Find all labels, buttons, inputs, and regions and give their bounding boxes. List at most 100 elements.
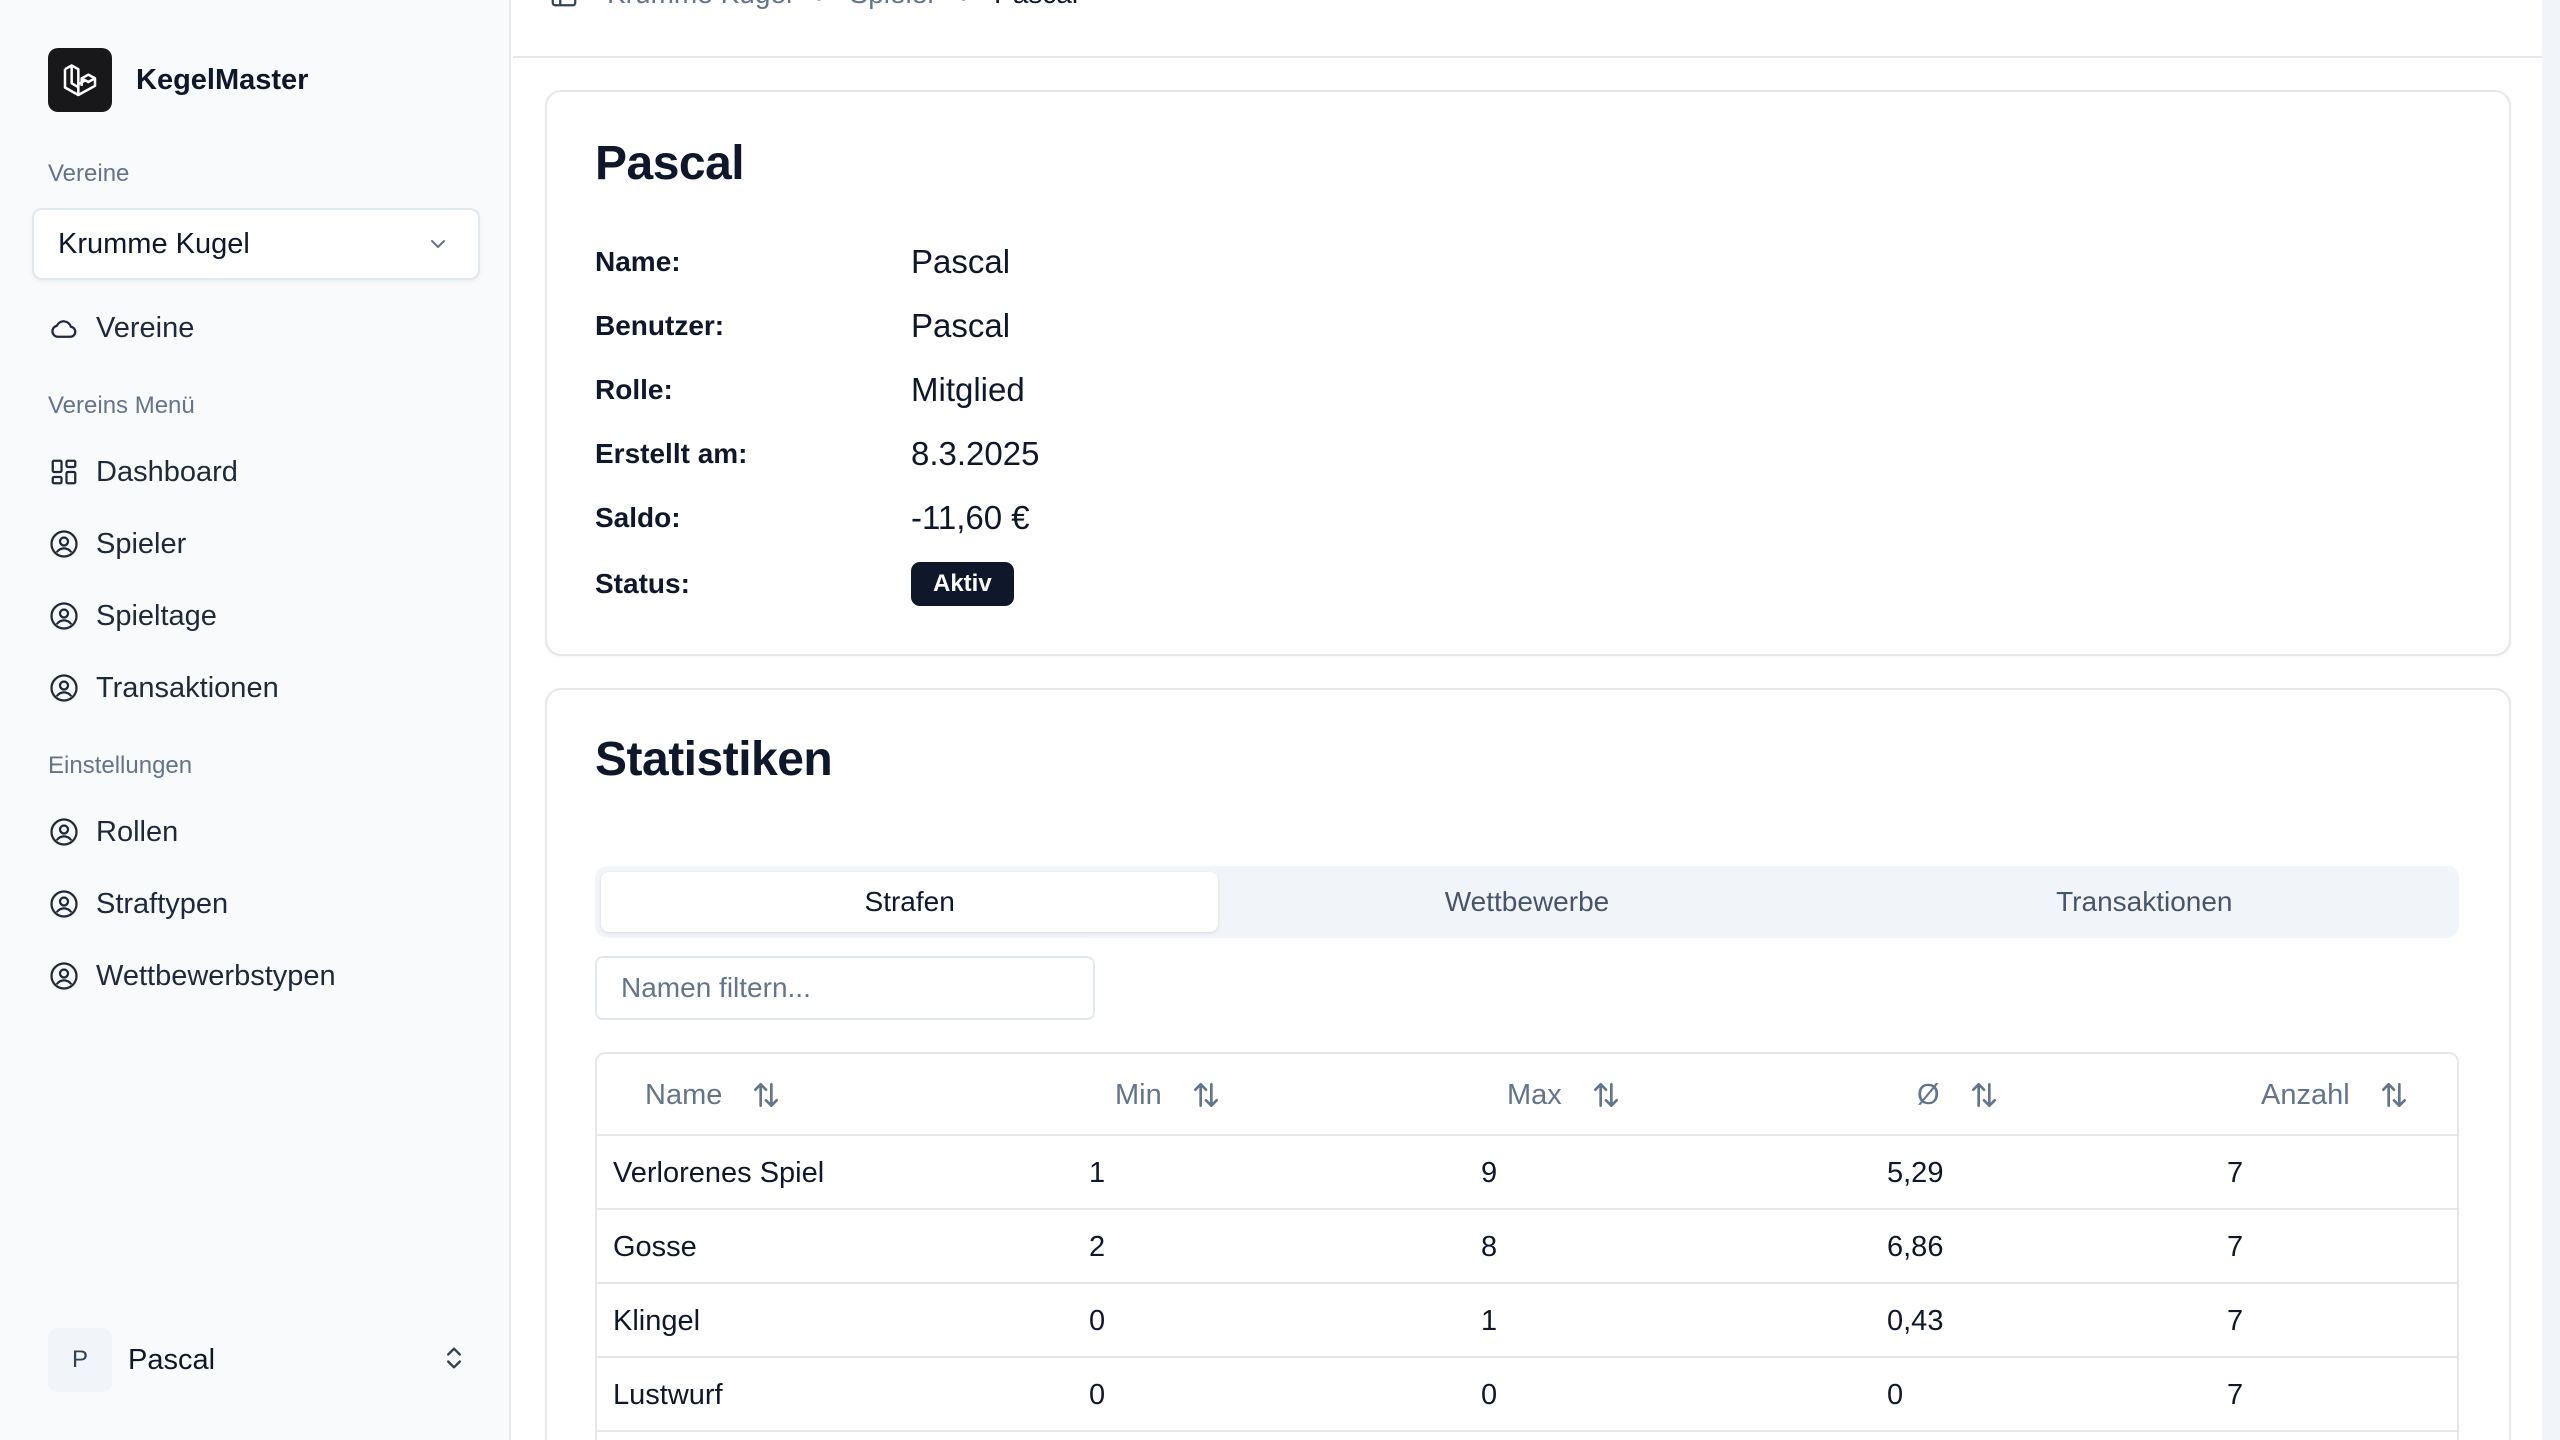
status-badge: Aktiv — [911, 562, 1014, 606]
column-header-label: Anzahl — [2261, 1078, 2350, 1111]
info-value: Pascal — [911, 243, 1011, 280]
sidebar-item-label: Spieltage — [96, 599, 217, 632]
table-row: Lustwurf 0 0 0 7 — [597, 1358, 2457, 1432]
sidebar: KegelMaster Vereine Krumme Kugel Vereine… — [0, 0, 511, 1440]
tab-strafen[interactable]: Strafen — [601, 872, 1219, 932]
column-header-min[interactable]: Min — [1115, 1054, 1222, 1136]
cell-count: 7 — [2227, 1230, 2244, 1263]
info-row-status: Status: Aktiv — [595, 560, 1395, 608]
cell-name: Verlorenes Spiel — [613, 1156, 825, 1189]
cell-name: Gosse — [613, 1230, 697, 1263]
sort-icon — [2381, 1083, 2406, 1107]
cell-name: Klingel — [613, 1304, 701, 1337]
breadcrumb-separator-icon: › — [961, 0, 970, 10]
clubs-section-label: Vereine — [48, 160, 130, 187]
cell-max: 9 — [1481, 1156, 1498, 1189]
sidebar-item-rollen[interactable]: Rollen — [48, 808, 178, 856]
sidebar-item-label: Wettbewerbstypen — [96, 959, 336, 992]
breadcrumb: Krumme Kugel › Spieler › Pascal — [549, 0, 1078, 10]
info-row-user: Benutzer: Pascal — [595, 302, 1395, 350]
sidebar-item-label: Rollen — [96, 815, 179, 848]
avatar: P — [48, 1328, 112, 1392]
sidebar-item-label: Straftypen — [96, 887, 229, 920]
column-header-name[interactable]: Name — [645, 1054, 782, 1136]
sidebar-item-wettbewerbstypen[interactable]: Wettbewerbstypen — [48, 952, 336, 1000]
scrollbar[interactable] — [2542, 0, 2560, 1440]
column-header-average[interactable]: Ø — [1917, 1054, 2000, 1136]
sort-icon — [1971, 1083, 1996, 1107]
info-row-role: Rolle: Mitglied — [595, 366, 1395, 414]
cell-max: 8 — [1481, 1230, 1498, 1263]
info-label: Benutzer: — [595, 310, 725, 341]
info-value: Pascal — [911, 307, 1011, 344]
cell-max: 1 — [1481, 1304, 1498, 1337]
cell-average: 0,43 — [1887, 1304, 1944, 1337]
column-header-max[interactable]: Max — [1507, 1054, 1622, 1136]
app-name: KegelMaster — [136, 63, 309, 96]
penalties-table: Name Min Max Ø Anzahl Verlorenes Spiel 1… — [595, 1052, 2459, 1440]
tab-transaktionen[interactable]: Transaktionen — [1836, 872, 2453, 932]
info-label: Saldo: — [595, 502, 681, 533]
sidebar-toggle-icon[interactable] — [549, 0, 579, 9]
user-circle-icon — [48, 672, 80, 704]
player-profile-card: Pascal Name: Pascal Benutzer: Pascal Rol… — [545, 90, 2511, 656]
breadcrumb-club[interactable]: Krumme Kugel — [607, 0, 792, 10]
sidebar-item-label: Dashboard — [96, 455, 238, 488]
cell-name: Lustwurf — [613, 1378, 723, 1411]
cell-min: 1 — [1089, 1156, 1106, 1189]
table-row: Klingel 0 1 0,43 7 — [597, 1284, 2457, 1358]
info-row-balance: Saldo: -11,60 € — [595, 494, 1395, 542]
cell-count: 7 — [2227, 1156, 2244, 1189]
topbar: Krumme Kugel › Spieler › Pascal — [513, 0, 2542, 58]
laravel-logo-icon — [48, 48, 112, 112]
user-circle-icon — [48, 960, 80, 992]
sidebar-item-label: Vereine — [96, 311, 195, 344]
sidebar-item-spieltage[interactable]: Spieltage — [48, 592, 217, 640]
name-filter-input[interactable] — [595, 956, 1095, 1020]
cell-count: 7 — [2227, 1304, 2244, 1337]
cell-count: 7 — [2227, 1378, 2244, 1411]
sidebar-item-straftypen[interactable]: Straftypen — [48, 880, 228, 928]
info-label: Erstellt am: — [595, 438, 748, 469]
cell-min: 0 — [1089, 1304, 1106, 1337]
sidebar-item-label: Transaktionen — [96, 671, 279, 704]
tab-wettbewerbe[interactable]: Wettbewerbe — [1218, 872, 1835, 932]
column-header-label: Ø — [1917, 1078, 1940, 1111]
cell-average: 0 — [1887, 1378, 1904, 1411]
cell-average: 6,86 — [1887, 1230, 1944, 1263]
info-value: -11,60 € — [911, 499, 1030, 536]
cell-min: 0 — [1089, 1378, 1106, 1411]
sidebar-item-transaktionen[interactable]: Transaktionen — [48, 664, 279, 712]
table-row: Gosse 2 8 6,86 7 — [597, 1210, 2457, 1284]
sort-icon — [1193, 1083, 1218, 1107]
breadcrumb-players[interactable]: Spieler — [850, 0, 937, 10]
sort-icon — [1593, 1083, 1618, 1107]
user-circle-icon — [48, 816, 80, 848]
user-menu[interactable]: P Pascal — [48, 1326, 468, 1394]
club-select-value: Krumme Kugel — [58, 227, 250, 260]
club-select[interactable]: Krumme Kugel — [32, 208, 480, 280]
sidebar-item-spieler[interactable]: Spieler — [48, 520, 186, 568]
table-header: Name Min Max Ø Anzahl — [597, 1054, 2457, 1136]
cloud-icon — [48, 312, 80, 344]
sidebar-item-dashboard[interactable]: Dashboard — [48, 448, 238, 496]
statistics-card: Statistiken Strafen Wettbewerbe Transakt… — [545, 688, 2511, 1440]
brand[interactable]: KegelMaster — [48, 48, 308, 112]
info-value: Mitglied — [911, 371, 1025, 408]
column-header-label: Min — [1115, 1078, 1162, 1111]
breadcrumb-separator-icon: › — [816, 0, 825, 10]
table-row: Verlorenes Spiel 1 9 5,29 7 — [597, 1136, 2457, 1210]
sidebar-item-vereine[interactable]: Vereine — [48, 304, 194, 352]
user-circle-icon — [48, 528, 80, 560]
column-header-count[interactable]: Anzahl — [2261, 1054, 2410, 1136]
settings-section-label: Einstellungen — [48, 752, 193, 779]
user-circle-icon — [48, 888, 80, 920]
info-label: Name: — [595, 246, 681, 277]
info-label: Status: — [595, 568, 690, 599]
statistics-title: Statistiken — [595, 733, 833, 786]
user-circle-icon — [48, 600, 80, 632]
info-label: Rolle: — [595, 374, 673, 405]
page-title: Pascal — [595, 137, 745, 190]
info-row-created: Erstellt am: 8.3.2025 — [595, 430, 1395, 478]
info-row-name: Name: Pascal — [595, 238, 1395, 286]
